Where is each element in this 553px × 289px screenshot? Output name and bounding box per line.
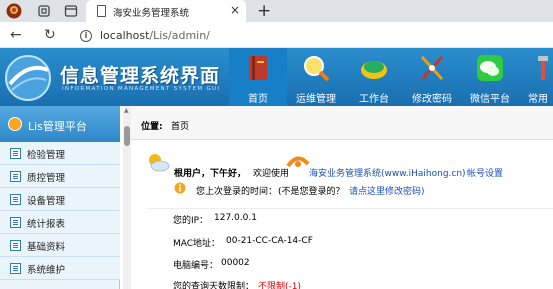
- app-subtitle: INFORMATION MANAGEMENT SYSTEM GUI: [62, 86, 221, 92]
- wechat-icon: [477, 55, 503, 81]
- site-info-icon[interactable]: i: [80, 30, 92, 42]
- sidebar: Lis管理平台 检验管理 质控管理 设备管理 统计报表 基础资料 系统维护: [0, 106, 120, 289]
- nav-wechat-label: 微信平台: [470, 94, 510, 105]
- scrollbar-thumb[interactable]: [124, 126, 130, 146]
- sidebar-item-reports[interactable]: 统计报表: [0, 211, 120, 234]
- scroll-up-arrow-icon[interactable]: ▲: [124, 107, 129, 114]
- nav-wechat[interactable]: 微信平台: [461, 48, 519, 106]
- profile-avatar-icon[interactable]: [6, 3, 22, 19]
- mac-label: MAC地址：: [173, 239, 221, 249]
- haihong-logo-icon: [286, 156, 310, 168]
- new-tab-button[interactable]: +: [257, 0, 271, 22]
- app-title: 信息管理系统界面: [60, 65, 221, 87]
- weather-sun-cloud-icon: [149, 154, 170, 172]
- workspaces-icon[interactable]: [36, 3, 52, 19]
- list-icon: [10, 263, 21, 274]
- mac-value: 00-21-CC-CA-14-CF: [226, 236, 313, 246]
- system-name-link[interactable]: 海安业务管理系统(www.iHaihong.cn): [309, 166, 466, 179]
- sidebar-item-label: 质控管理: [27, 173, 66, 184]
- account-settings-link[interactable]: 帐号设置: [467, 166, 503, 179]
- nav-common[interactable]: 常用: [519, 48, 553, 106]
- leaf-icon: [361, 61, 387, 79]
- pc-id-value: 00002: [221, 258, 250, 268]
- sidebar-item-label: 设备管理: [27, 196, 66, 207]
- info-circle-icon: [174, 182, 186, 194]
- list-icon: [10, 217, 21, 228]
- reload-button[interactable]: ↻: [44, 27, 56, 43]
- url-host: localhost: [100, 29, 150, 42]
- tools-icon: [420, 55, 444, 81]
- pc-id-label: 电脑编号：: [173, 261, 219, 271]
- sidebar-item-label: 基础资料: [27, 242, 66, 253]
- query-limit-value: 不限制(-1): [258, 282, 301, 289]
- address-bar: ← ↻ i localhost/Lis/admin/: [0, 22, 553, 48]
- breadcrumb: 位置: 首页: [131, 106, 553, 140]
- change-password-link[interactable]: 请点这里修改密码): [349, 184, 425, 197]
- tab-title: 海安业务管理系统: [113, 8, 190, 19]
- list-icon: [10, 148, 21, 159]
- sidebar-item-quality-control[interactable]: 质控管理: [0, 165, 120, 188]
- sidebar-item-basic-data[interactable]: 基础资料: [0, 234, 120, 257]
- nav-home[interactable]: 首页: [229, 48, 287, 106]
- ip-label: 您的IP：: [173, 216, 209, 226]
- sidebar-item-label: 系统维护: [27, 265, 66, 276]
- wrench-icon: [538, 56, 548, 80]
- nav-ops[interactable]: 运维管理: [287, 48, 345, 106]
- magnifier-icon: [304, 56, 330, 82]
- sidebar-header[interactable]: Lis管理平台: [0, 106, 120, 142]
- back-button[interactable]: ←: [10, 27, 22, 43]
- divider: [146, 208, 553, 209]
- page-icon: [97, 5, 106, 17]
- sidebar-item-label: 检验管理: [27, 150, 66, 161]
- url-path: /Lis/admin/: [149, 29, 210, 42]
- browser-window: 海安业务管理系统 × + ← ↻ i localhost/Lis/admin/ …: [0, 0, 553, 289]
- nav-change-password[interactable]: 修改密码: [403, 48, 461, 106]
- breadcrumb-home[interactable]: 首页: [171, 119, 189, 132]
- nav-workbench[interactable]: 工作台: [345, 48, 403, 106]
- not-me-text: (不是您登录的？: [278, 187, 345, 197]
- tab-bar: 海安业务管理系统 × +: [0, 0, 553, 22]
- platform-icon: [8, 117, 22, 131]
- book-icon: [249, 56, 267, 80]
- globe-logo-icon: [5, 55, 51, 101]
- ip-value: 127.0.0.1: [214, 213, 257, 223]
- greeting-text: 根用户，下午好，: [174, 169, 247, 179]
- sidebar-item-label: 统计报表: [27, 219, 66, 230]
- sidebar-title: Lis管理平台: [28, 120, 87, 133]
- list-icon: [10, 171, 21, 182]
- sidebar-item-inspection[interactable]: 检验管理: [0, 142, 120, 165]
- app-header: 信息管理系统界面 INFORMATION MANAGEMENT SYSTEM G…: [0, 48, 553, 106]
- sidebar-item-devices[interactable]: 设备管理: [0, 188, 120, 211]
- list-icon: [10, 194, 21, 205]
- tab-active[interactable]: 海安业务管理系统 ×: [86, 0, 246, 22]
- list-icon: [10, 240, 21, 251]
- url-field[interactable]: localhost/Lis/admin/: [100, 29, 210, 42]
- tab-close-button[interactable]: ×: [230, 3, 240, 17]
- query-limit-label: 您的查询天数限制：: [173, 282, 255, 289]
- nav-workbench-label: 工作台: [359, 94, 389, 105]
- welcome-prefix: 欢迎使用: [253, 169, 290, 179]
- tab-actions-icon[interactable]: [63, 3, 79, 19]
- last-login-label: 您上次登录的时间：: [196, 187, 278, 197]
- nav-common-label: 常用: [528, 94, 548, 105]
- breadcrumb-label: 位置:: [141, 122, 163, 132]
- nav-change-password-label: 修改密码: [412, 94, 452, 105]
- nav-home-label: 首页: [248, 94, 268, 105]
- sidebar-item-maintenance[interactable]: 系统维护: [0, 257, 120, 280]
- nav-ops-label: 运维管理: [296, 94, 336, 105]
